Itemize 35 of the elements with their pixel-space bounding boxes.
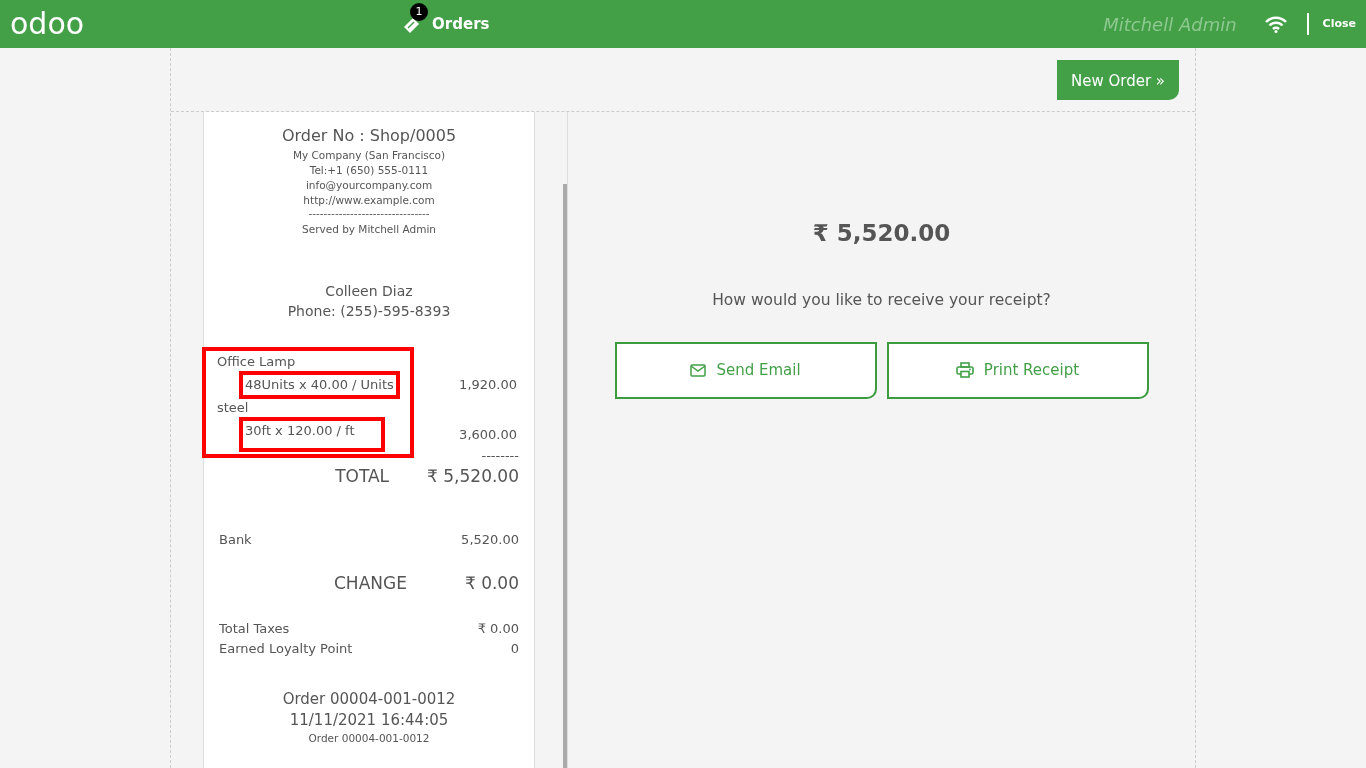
change-label: CHANGE <box>334 572 407 595</box>
item-name: steel <box>217 398 250 417</box>
total-amount: ₹ 5,520.00 <box>812 219 951 248</box>
send-email-button[interactable]: Send Email <box>614 341 877 399</box>
summary-label: Total Taxes <box>219 619 290 638</box>
user-name: Mitchell Admin <box>1103 12 1237 37</box>
summary-value: ₹ 0.00 <box>477 619 519 638</box>
order-reference: 11/11/2021 16:44:05 <box>288 709 450 731</box>
total-value: ₹ 5,520.00 <box>427 465 519 488</box>
order-count-badge: 1 <box>410 2 429 21</box>
total-label: TOTAL <box>335 465 390 488</box>
separator-line: -------------------------------- <box>307 208 431 219</box>
summary-value: 0 <box>510 639 519 658</box>
order-reference: Order 00004-001-0012 <box>307 730 431 746</box>
order-reference: Order 00004-001-0012 <box>281 688 457 710</box>
new-order-button[interactable]: New Order » <box>1056 59 1179 100</box>
logo: odoo <box>10 9 85 39</box>
company-info: My Company (San Francisco) <box>291 148 447 163</box>
close-button[interactable]: Close <box>1322 15 1356 33</box>
payment-amount: 5,520.00 <box>461 530 519 549</box>
order-number: Order No : Shop/0005 <box>280 125 458 147</box>
served-by: Served by Mitchell Admin <box>301 222 437 237</box>
subtotal-separator: -------- <box>480 450 519 462</box>
orders-tab[interactable]: Orders <box>432 12 490 36</box>
print-receipt-button[interactable]: Print Receipt <box>886 341 1149 399</box>
receipt-question: How would you like to receive your receipt? <box>712 289 1051 311</box>
company-info: info@yourcompany.com <box>304 178 434 193</box>
customer-info: Colleen Diaz <box>324 282 414 301</box>
company-info: http://www.example.com <box>302 193 436 208</box>
change-value: ₹ 0.00 <box>464 572 519 595</box>
company-info: Tel:+1 (650) 555-0111 <box>308 163 430 178</box>
customer-info: Phone: (255)-595-8393 <box>286 302 452 321</box>
item-name: Office Lamp <box>217 353 297 371</box>
summary-label: Earned Loyalty Point <box>219 639 353 658</box>
payment-method: Bank <box>219 530 252 549</box>
